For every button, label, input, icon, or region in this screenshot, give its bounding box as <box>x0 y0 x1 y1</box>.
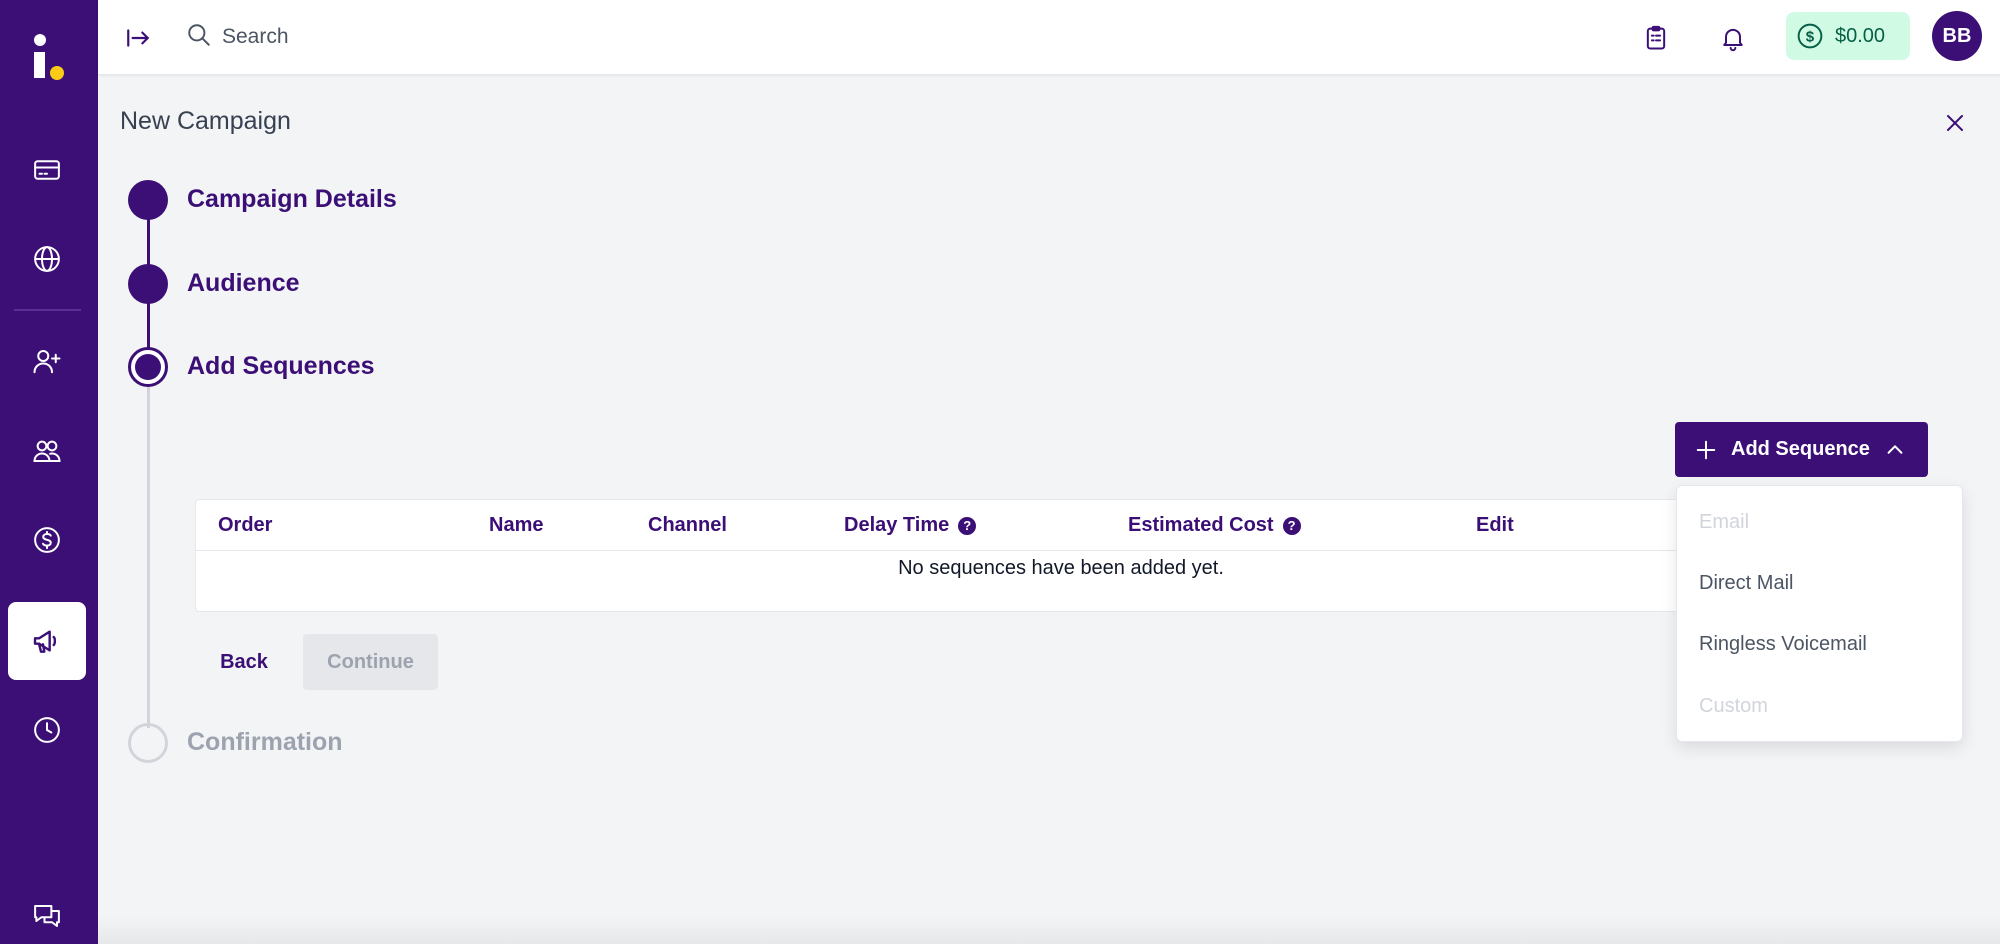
step-connector <box>147 386 150 728</box>
menu-item-email: Email <box>1699 511 1750 533</box>
help-icon[interactable]: ? <box>958 516 977 535</box>
column-header-order: Order <box>218 514 273 536</box>
nav-divider <box>14 309 81 311</box>
wallet-balance[interactable]: $ $0.00 <box>1786 12 1910 60</box>
app-logo[interactable] <box>0 28 98 88</box>
user-avatar[interactable]: BB <box>1932 11 1982 61</box>
expand-sidebar-icon[interactable] <box>122 22 154 54</box>
back-button[interactable]: Back <box>205 634 283 690</box>
step-label-confirmation: Confirmation <box>187 728 343 756</box>
nav-globe-icon[interactable] <box>8 220 86 298</box>
column-header-delay-time: Delay Time ? <box>844 514 977 537</box>
dollar-coin-icon: $ <box>1797 23 1823 49</box>
step-label-audience[interactable]: Audience <box>187 269 300 298</box>
bottom-edge-shadow <box>98 916 2000 944</box>
nav-credit-card-icon[interactable] <box>8 131 86 209</box>
balance-amount: $0.00 <box>1835 24 1886 47</box>
step-marker-campaign-details <box>128 180 168 220</box>
close-icon[interactable] <box>1939 107 1971 139</box>
step-marker-audience <box>128 264 168 304</box>
add-sequence-button[interactable]: Add Sequence <box>1675 422 1928 477</box>
plus-icon <box>1696 440 1716 459</box>
table-header: Order Name Channel Delay Time ? Estimate… <box>196 500 1694 551</box>
step-label-add-sequences[interactable]: Add Sequences <box>187 352 375 381</box>
svg-text:$: $ <box>1806 28 1815 45</box>
sequences-table: Order Name Channel Delay Time ? Estimate… <box>195 499 1695 612</box>
menu-item-direct-mail[interactable]: Direct Mail <box>1699 572 1793 595</box>
add-sequence-label: Add Sequence <box>1731 438 1870 460</box>
search-input[interactable] <box>222 25 622 49</box>
add-sequence-menu: Email Direct Mail Ringless Voicemail Cus… <box>1676 485 1963 742</box>
clipboard-icon[interactable] <box>1638 20 1674 56</box>
step-label-campaign-details[interactable]: Campaign Details <box>187 185 397 214</box>
bell-icon[interactable] <box>1715 20 1751 56</box>
menu-item-ringless-voicemail[interactable]: Ringless Voicemail <box>1699 633 1867 656</box>
column-header-name: Name <box>489 514 544 536</box>
column-header-channel: Channel <box>648 514 727 536</box>
help-icon[interactable]: ? <box>1282 516 1301 535</box>
search-bar <box>186 20 622 54</box>
column-header-estimated-cost: Estimated Cost ? <box>1128 514 1301 537</box>
nav-dollar-icon[interactable] <box>8 501 86 579</box>
search-icon <box>186 22 212 53</box>
sidebar <box>0 0 98 944</box>
chevron-up-icon <box>1887 444 1903 454</box>
continue-button[interactable]: Continue <box>303 634 438 690</box>
nav-clock-icon[interactable] <box>8 691 86 769</box>
top-header: $ $0.00 BB <box>98 0 2000 75</box>
step-marker-confirmation <box>128 723 168 763</box>
step-marker-add-sequences <box>128 347 168 387</box>
empty-table-message: No sequences have been added yet. <box>898 557 1224 579</box>
nav-add-user-icon[interactable] <box>8 322 86 400</box>
menu-item-custom: Custom <box>1699 695 1768 717</box>
nav-megaphone-icon[interactable] <box>8 602 86 680</box>
nav-users-icon[interactable] <box>8 412 86 490</box>
page-title: New Campaign <box>120 107 291 135</box>
column-header-edit: Edit <box>1476 514 1514 536</box>
nav-chat-icon[interactable] <box>8 877 86 944</box>
